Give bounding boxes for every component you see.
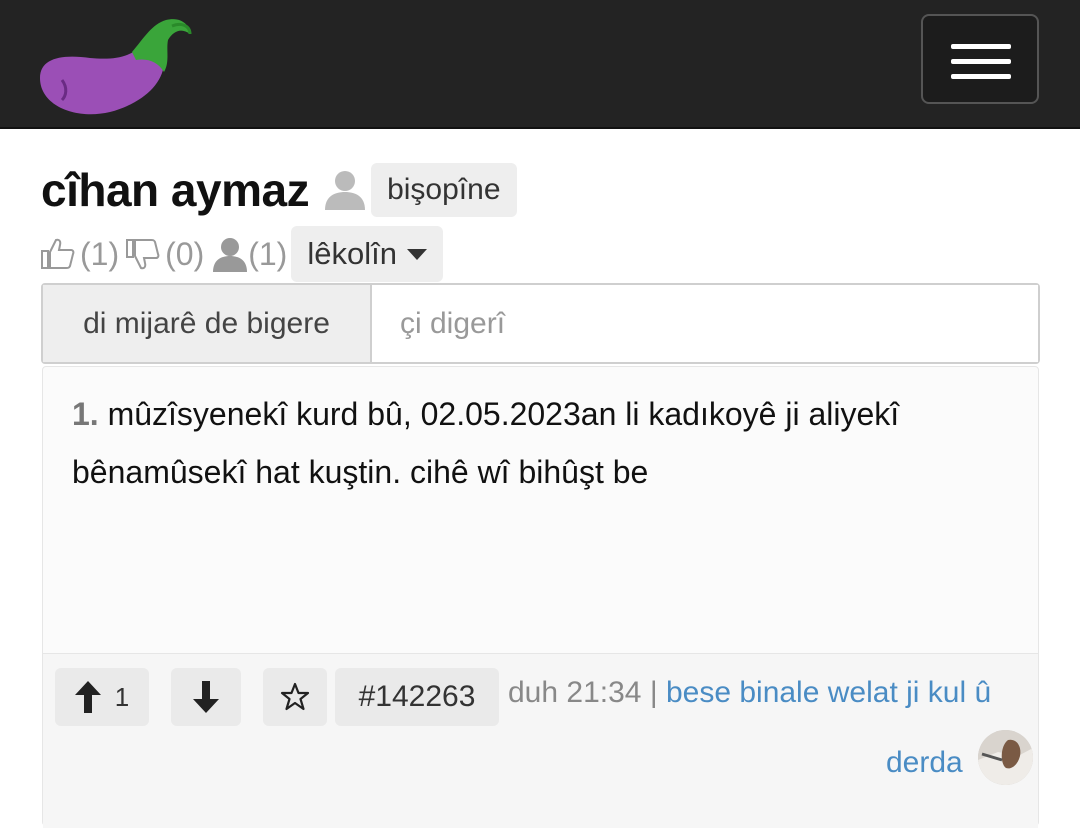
topic-header: cîhan aymaz bişopîne: [41, 155, 517, 225]
page-title[interactable]: cîhan aymaz: [41, 163, 310, 217]
explore-dropdown[interactable]: lêkolîn: [291, 226, 443, 282]
upvote-button[interactable]: 1: [55, 668, 149, 726]
dislike-count: (0): [165, 235, 205, 272]
thumbs-up-icon[interactable]: [40, 236, 76, 272]
author-link[interactable]: bese binale welat ji kul û: [666, 676, 991, 709]
entry-time[interactable]: duh 21:34: [508, 676, 641, 709]
hamburger-menu-icon: [951, 44, 1011, 49]
thumbs-down-icon[interactable]: [125, 236, 161, 272]
arrow-up-icon: [74, 681, 101, 713]
avatar-image: [978, 730, 1033, 785]
explore-dropdown-label: lêkolîn: [307, 236, 397, 271]
avatar[interactable]: [978, 730, 1033, 785]
follower-icon: [213, 238, 248, 272]
star-icon: [280, 682, 310, 711]
entry-number[interactable]: 1.: [72, 396, 99, 432]
entry-text: mûzîsyenekî kurd bû, 02.05.2023an li kad…: [72, 396, 900, 490]
eggplant-logo-icon[interactable]: [32, 16, 194, 126]
meta-separator: |: [649, 676, 658, 709]
entry-body: 1. mûzîsyenekî kurd bû, 02.05.2023an li …: [72, 385, 1002, 501]
hamburger-menu-button[interactable]: [921, 14, 1039, 104]
top-navbar: [0, 0, 1080, 129]
entry-card: 1. mûzîsyenekî kurd bû, 02.05.2023an li …: [42, 366, 1039, 828]
caret-down-icon: [406, 248, 427, 260]
search-in-topic-button[interactable]: di mijarê de bigere: [43, 285, 372, 362]
upvote-count: 1: [114, 681, 130, 712]
search-input[interactable]: [372, 285, 1038, 362]
entry-footer: 1 #142263 duh 21:34 | bese binale welat …: [43, 653, 1038, 828]
follower-count: (1): [248, 235, 288, 272]
entry-meta: duh 21:34 | bese binale welat ji kul û: [508, 676, 991, 710]
author-link-continued[interactable]: derda: [886, 746, 963, 780]
favorite-button[interactable]: [263, 668, 327, 726]
user-icon: [325, 171, 366, 210]
like-count: (1): [80, 235, 120, 272]
downvote-button[interactable]: [171, 668, 241, 726]
topic-search: di mijarê de bigere: [41, 283, 1040, 364]
topic-stats: (1) (0) (1) lêkolîn: [40, 224, 443, 284]
entry-id-button[interactable]: #142263: [335, 668, 499, 726]
follow-button[interactable]: bişopîne: [371, 163, 517, 217]
arrow-down-icon: [193, 681, 219, 713]
